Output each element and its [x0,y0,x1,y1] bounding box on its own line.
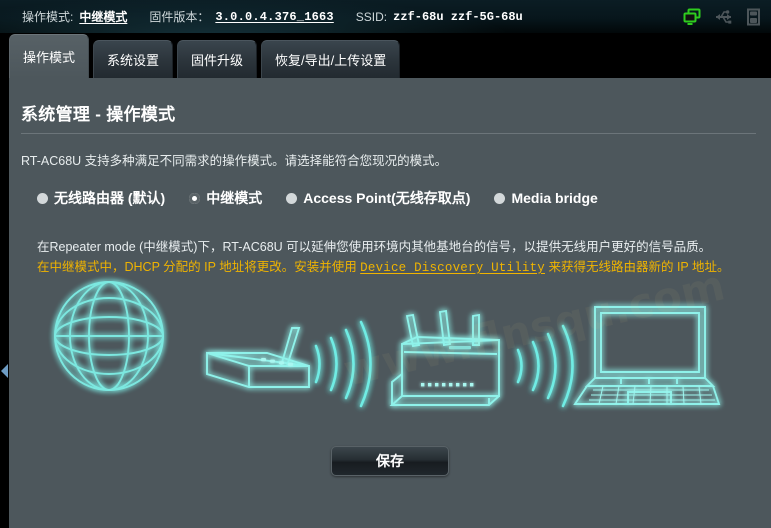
router-admin-page: 操作模式: 中继模式 固件版本： 3.0.0.4.376_1663 SSID: … [0,0,771,528]
asus-brand-mark [449,346,471,350]
dhcp-warning-text: 在中继模式中，DHCP 分配的 IP 地址将更改。安装并使用 Device Di… [37,256,730,275]
asus-router-leds [421,383,474,387]
top-status-bar: 操作模式: 中继模式 固件版本： 3.0.0.4.376_1663 SSID: … [0,0,771,34]
internet-globe [54,281,164,391]
title-divider [21,133,756,134]
content-panel: 系统管理 - 操作模式 RT-AC68U 支持多种满足不同需求的操作模式。请选择… [9,78,771,528]
radio-dot-media-bridge[interactable] [494,192,506,204]
sidebar-expand-arrow-icon[interactable] [0,363,9,379]
ssid-label: SSID: [355,10,388,24]
tab-bar: 操作模式 系统设置 固件升级 恢复/导出/上传设置 [9,34,401,78]
wireless-signal-waves-right [516,324,574,408]
laptop-keyboard-keys [589,385,715,405]
radio-dot-wireless-router[interactable] [37,192,48,204]
tab-operation-mode[interactable]: 操作模式 [9,34,90,78]
firmware-version-value[interactable]: 3.0.0.4.376_1663 [215,0,333,34]
radio-option-wireless-router[interactable]: 无线路由器 (默认) [37,188,165,208]
firmware-version-label: 固件版本： [149,10,210,24]
mode-description-text: 在Repeater mode (中继模式)下，RT-AC68U 可以延伸您使用环… [37,240,712,254]
operation-mode-value[interactable]: 中继模式 [79,0,127,34]
asus-repeater-router [389,309,500,406]
radio-dot-access-point[interactable] [286,192,298,204]
page-description: RT-AC68U 支持多种满足不同需求的操作模式。请选择能符合您现况的模式。 [21,154,448,168]
radio-option-access-point[interactable]: Access Point(无线存取点) [286,188,470,208]
printer-icon[interactable] [746,8,761,26]
save-button[interactable]: 保存 [331,446,449,476]
action-row: 保存 [9,446,771,476]
client-laptop [573,306,721,405]
page-title: 系统管理 - 操作模式 [21,105,176,124]
radio-label-access-point: Access Point(无线存取点) [303,190,471,206]
radio-option-repeater[interactable]: 中继模式 [189,188,262,208]
tab-firmware-upgrade[interactable]: 固件升级 [177,40,258,78]
radio-dot-repeater[interactable] [189,192,201,204]
radio-label-media-bridge: Media bridge [511,190,598,206]
radio-label-repeater: 中继模式 [206,190,263,206]
usb-icon[interactable] [714,9,734,25]
operation-mode-radio-group: 无线路由器 (默认) 中继模式 Access Point(无线存取点) Medi… [37,188,598,208]
operation-mode-label: 操作模式: [22,10,74,24]
radio-option-media-bridge[interactable]: Media bridge [494,190,598,206]
radio-label-wireless-router: 无线路由器 (默认) [54,190,166,206]
gateway-modem [206,327,310,388]
wireless-signal-waves-left [314,320,372,408]
network-topology-diagram [9,274,771,426]
dhcp-warning-suffix: 来获得无线路由器新的 IP 地址。 [545,260,730,274]
network-client-icon[interactable] [683,8,702,26]
dhcp-warning-prefix: 在中继模式中，DHCP 分配的 IP 地址将更改。安装并使用 [37,260,361,274]
tab-system-settings[interactable]: 系统设置 [93,40,174,78]
ssid-value: zzf-68u zzf-5G-68u [393,10,523,24]
status-icon-group [683,0,761,34]
tab-restore-save-upload[interactable]: 恢复/导出/上传设置 [261,40,401,78]
device-discovery-utility-link[interactable]: Device Discovery Utility [360,261,545,275]
status-info-group: 操作模式: 中继模式 固件版本： 3.0.0.4.376_1663 SSID: … [22,0,523,34]
